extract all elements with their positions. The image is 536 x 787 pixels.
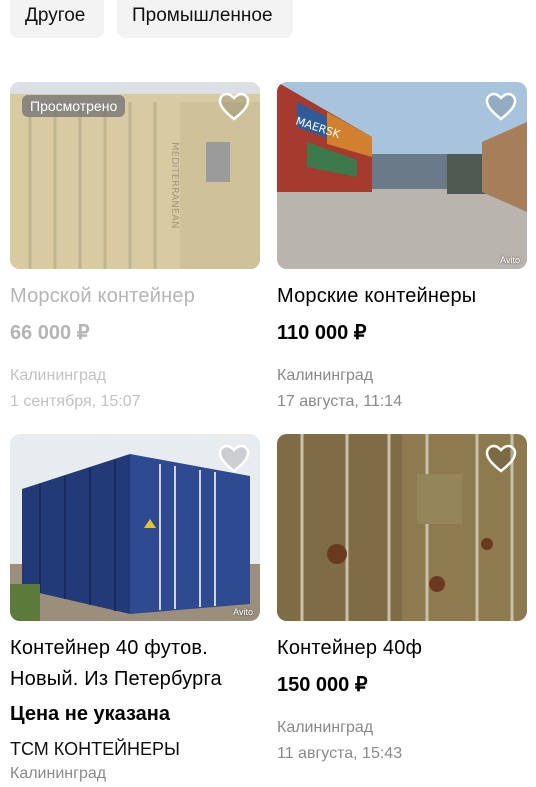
- listing-photo[interactable]: MEDITERRANEAN Просмотрено: [10, 82, 260, 269]
- listing-card[interactable]: Контейнер 40ф 150 000 ₽ Калининград 11 а…: [277, 434, 527, 767]
- listing-date: 1 сентября, 15:07: [10, 393, 141, 410]
- listing-city: Калининград: [277, 367, 374, 384]
- listing-seller[interactable]: ТСМ КОНТЕЙНЕРЫ: [10, 737, 260, 761]
- listing-title[interactable]: Морской контейнер: [10, 281, 260, 312]
- favorite-heart-icon[interactable]: [218, 444, 250, 474]
- listing-title[interactable]: Морские контейнеры: [277, 281, 527, 312]
- listing-price: 110 000 ₽: [277, 322, 367, 344]
- listing-city: Калининград: [10, 765, 107, 782]
- listing-price: Цена не указана: [10, 703, 170, 725]
- chip-drugoe[interactable]: Другое: [10, 0, 104, 38]
- favorite-heart-icon[interactable]: [218, 92, 250, 122]
- listing-photo[interactable]: MAERSK Avito: [277, 82, 527, 269]
- listing-city: Калининград: [10, 367, 107, 384]
- listing-photo[interactable]: [277, 434, 527, 621]
- listing-card[interactable]: MAERSK Avito Морские контейнеры 110 000 …: [277, 82, 527, 415]
- listing-date: 11 августа, 15:43: [277, 745, 403, 762]
- listing-price: 66 000 ₽: [10, 322, 90, 344]
- favorite-heart-icon[interactable]: [485, 444, 517, 474]
- listing-city: Калининград: [277, 719, 374, 736]
- category-chips: Другое Промышленное: [0, 0, 536, 40]
- listing-card[interactable]: MEDITERRANEAN Просмотрено Морской контей…: [10, 82, 260, 415]
- listing-title[interactable]: Контейнер 40ф: [277, 633, 527, 664]
- listing-price: 150 000 ₽: [277, 674, 368, 696]
- chip-promyshlennoe[interactable]: Промышленное: [117, 0, 293, 38]
- favorite-heart-icon[interactable]: [485, 92, 517, 122]
- viewed-badge: Просмотрено: [22, 95, 126, 117]
- svg-text:MEDITERRANEAN: MEDITERRANEAN: [169, 142, 180, 228]
- listing-date: 17 августа, 11:14: [277, 393, 403, 410]
- listing-card[interactable]: Avito Контейнер 40 футов. Новый. Из Пете…: [10, 434, 260, 787]
- listing-title[interactable]: Контейнер 40 футов. Новый. Из Петербурга: [10, 633, 260, 695]
- avito-watermark: Avito: [233, 607, 253, 617]
- listing-title-line: Новый. Из Петербурга: [10, 668, 222, 690]
- listing-title-line: Контейнер 40 футов.: [10, 637, 208, 659]
- avito-watermark: Avito: [500, 255, 520, 265]
- listing-photo[interactable]: Avito: [10, 434, 260, 621]
